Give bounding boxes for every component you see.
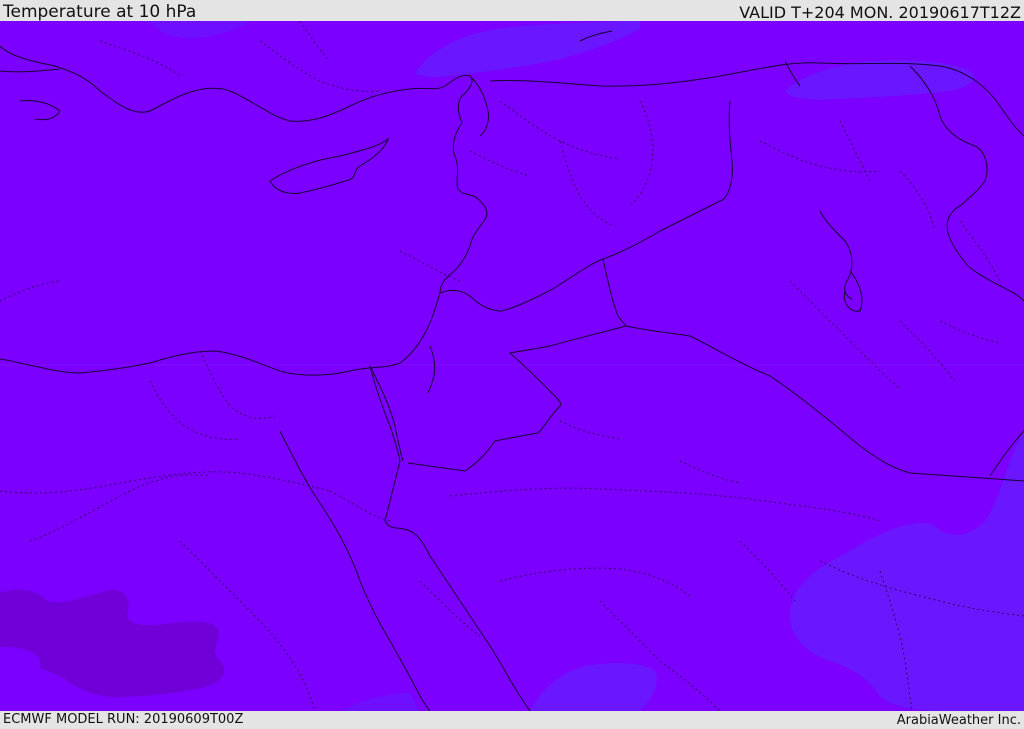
map-area[interactable] (0, 21, 1024, 711)
temperature-map[interactable] (0, 21, 1024, 711)
header-bar: Temperature at 10 hPa VALID T+204 MON. 2… (0, 0, 1024, 21)
model-run-label: ECMWF MODEL RUN: 20190609T00Z (3, 712, 244, 727)
credit-label: ArabiaWeather Inc. (896, 713, 1021, 728)
map-viewer: Temperature at 10 hPa VALID T+204 MON. 2… (0, 0, 1024, 729)
map-title: Temperature at 10 hPa (3, 2, 197, 22)
footer-bar: ECMWF MODEL RUN: 20190609T00Z ArabiaWeat… (0, 711, 1024, 729)
valid-time: VALID T+204 MON. 20190617T12Z (739, 3, 1021, 22)
